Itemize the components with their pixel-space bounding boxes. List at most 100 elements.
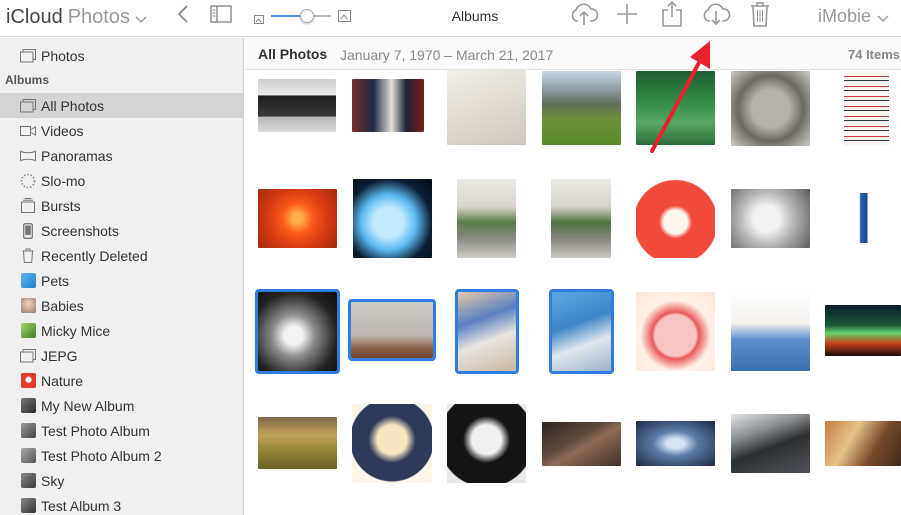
trash-icon bbox=[750, 1, 770, 32]
sidebar-item-test-photo-album[interactable]: Test Photo Album bbox=[0, 418, 243, 443]
photo-thumbnail-selected[interactable] bbox=[348, 299, 436, 361]
photo-thumbnail-selected[interactable] bbox=[455, 289, 519, 374]
photo-thumbnail[interactable] bbox=[825, 193, 901, 243]
share-button[interactable] bbox=[659, 0, 685, 30]
chevron-down-icon bbox=[135, 7, 147, 30]
photo-thumbnail[interactable] bbox=[551, 179, 611, 258]
sidebar-item-babies[interactable]: Babies bbox=[0, 293, 243, 318]
large-image-icon bbox=[338, 9, 351, 27]
sidebar-item-label: Pets bbox=[41, 272, 70, 289]
photo-thumbnail[interactable] bbox=[542, 71, 621, 145]
sidebar: Photos Albums All Photos Videos Panorama… bbox=[0, 38, 244, 515]
album-icon bbox=[19, 348, 37, 364]
slomo-icon bbox=[19, 173, 37, 189]
sidebar-item-slo-mo[interactable]: Slo-mo bbox=[0, 168, 243, 193]
album-thumb-icon bbox=[19, 498, 37, 514]
sidebar-item-screenshots[interactable]: Screenshots bbox=[0, 218, 243, 243]
sidebar-item-label: Test Photo Album 2 bbox=[41, 447, 162, 464]
trash-icon bbox=[19, 248, 37, 264]
item-count: 74 Items bbox=[848, 47, 901, 62]
delete-button[interactable] bbox=[747, 1, 773, 32]
account-name: iMobie bbox=[818, 5, 872, 26]
sidebar-item-pets[interactable]: Pets bbox=[0, 268, 243, 293]
section-name: Photos bbox=[67, 5, 130, 28]
micky-thumb-icon bbox=[19, 323, 37, 339]
zoom-slider[interactable] bbox=[254, 7, 352, 25]
sidebar-item-label: Panoramas bbox=[41, 147, 113, 164]
bursts-icon bbox=[19, 198, 37, 214]
photo-thumbnail[interactable] bbox=[731, 414, 810, 473]
sidebar-item-label: All Photos bbox=[41, 97, 105, 114]
sidebar-item-label: Test Album 3 bbox=[41, 497, 122, 514]
photo-thumbnail[interactable] bbox=[258, 79, 336, 132]
sidebar-item-label: Slo-mo bbox=[41, 172, 86, 189]
sidebar-item-videos[interactable]: Videos bbox=[0, 118, 243, 143]
photo-thumbnail[interactable] bbox=[731, 292, 810, 371]
album-title: All Photos bbox=[258, 46, 328, 62]
sidebar-item-label: Sky bbox=[41, 472, 65, 489]
account-menu[interactable]: iMobie bbox=[818, 5, 889, 27]
sidebar-item-photos[interactable]: Photos bbox=[0, 43, 243, 68]
add-button[interactable] bbox=[614, 3, 640, 29]
photo-thumbnail[interactable] bbox=[457, 179, 516, 258]
photo-thumbnail-selected[interactable] bbox=[549, 289, 614, 374]
download-button[interactable] bbox=[701, 2, 731, 29]
sidebar-item-panoramas[interactable]: Panoramas bbox=[0, 143, 243, 168]
album-thumb-icon bbox=[19, 423, 37, 439]
page-title: Albums bbox=[451, 8, 499, 24]
sidebar-item-label: Photos bbox=[41, 47, 85, 64]
sidebar-item-label: Nature bbox=[41, 372, 84, 389]
sidebar-toggle-icon bbox=[210, 4, 232, 28]
back-button[interactable] bbox=[172, 4, 194, 27]
photo-thumbnail[interactable] bbox=[825, 305, 901, 356]
photo-thumbnail[interactable] bbox=[636, 421, 715, 466]
sidebar-item-label: Babies bbox=[41, 297, 84, 314]
photo-thumbnail[interactable] bbox=[731, 189, 810, 248]
app-title-menu[interactable]: iCloud Photos bbox=[6, 4, 147, 30]
small-image-icon bbox=[254, 11, 264, 29]
photo-thumbnail[interactable] bbox=[352, 79, 424, 132]
albums-header: Albums bbox=[5, 73, 50, 87]
sidebar-item-jepg[interactable]: JEPG bbox=[0, 343, 243, 368]
sidebar-item-label: Micky Mice bbox=[41, 322, 111, 339]
sidebar-item-test-album-3[interactable]: Test Album 3 bbox=[0, 493, 243, 515]
sidebar-item-nature[interactable]: Nature bbox=[0, 368, 243, 393]
photo-thumbnail[interactable] bbox=[825, 421, 901, 466]
sidebar-item-bursts[interactable]: Bursts bbox=[0, 193, 243, 218]
pets-thumb-icon bbox=[19, 273, 37, 289]
photo-thumbnail[interactable] bbox=[352, 404, 432, 483]
date-range: January 7, 1970 – March 21, 2017 bbox=[340, 47, 554, 63]
chevron-down-icon bbox=[877, 7, 889, 28]
cloud-upload-icon bbox=[569, 2, 599, 31]
photo-thumbnail[interactable] bbox=[844, 71, 889, 146]
photo-thumbnail[interactable] bbox=[258, 189, 337, 248]
photo-thumbnail[interactable] bbox=[636, 178, 715, 258]
upload-button[interactable] bbox=[569, 2, 599, 31]
sidebar-item-label: Test Photo Album bbox=[41, 422, 150, 439]
sidebar-item-my-new-album[interactable]: My New Album bbox=[0, 393, 243, 418]
photo-thumbnail-selected[interactable] bbox=[255, 289, 340, 374]
photo-thumbnail[interactable] bbox=[258, 417, 337, 469]
photo-thumbnail[interactable] bbox=[636, 292, 715, 371]
sidebar-item-test-photo-album-2[interactable]: Test Photo Album 2 bbox=[0, 443, 243, 468]
sidebar-item-all-photos[interactable]: All Photos bbox=[0, 93, 243, 118]
annotation-arrow-icon bbox=[650, 41, 710, 153]
sidebar-item-label: Recently Deleted bbox=[41, 247, 148, 264]
sidebar-item-sky[interactable]: Sky bbox=[0, 468, 243, 493]
panorama-icon bbox=[19, 148, 37, 164]
sidebar-toggle-button[interactable] bbox=[209, 4, 233, 28]
photo-thumbnail[interactable] bbox=[731, 71, 810, 146]
sidebar-item-micky-mice[interactable]: Micky Mice bbox=[0, 318, 243, 343]
photos-icon bbox=[19, 48, 37, 64]
photo-thumbnail[interactable] bbox=[353, 179, 432, 258]
sidebar-item-label: My New Album bbox=[41, 397, 135, 414]
album-thumb-icon bbox=[19, 448, 37, 464]
zoom-track[interactable] bbox=[271, 9, 331, 23]
photo-thumbnail[interactable] bbox=[542, 422, 621, 466]
babies-thumb-icon bbox=[19, 298, 37, 314]
photo-thumbnail[interactable] bbox=[447, 404, 526, 483]
album-icon bbox=[19, 98, 37, 114]
photo-thumbnail[interactable] bbox=[447, 70, 526, 145]
sidebar-item-recently-deleted[interactable]: Recently Deleted bbox=[0, 243, 243, 268]
zoom-handle[interactable] bbox=[300, 9, 314, 23]
